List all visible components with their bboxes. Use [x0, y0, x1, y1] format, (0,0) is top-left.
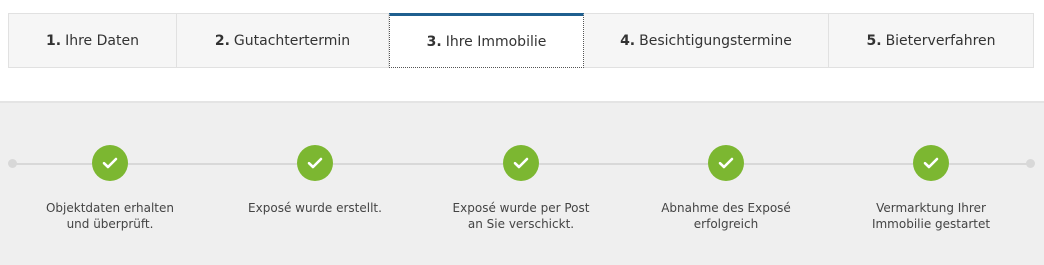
tab-label: Besichtigungstermine	[639, 32, 792, 49]
step-label: Objektdaten erhalten und überprüft.	[45, 201, 174, 231]
progress-step-vermarktung: Vermarktung Ihrer Immobilie gestartet	[841, 145, 1021, 232]
check-icon	[297, 145, 333, 181]
tab-label: Ihre Daten	[65, 32, 139, 49]
tab-label: Gutachtertermin	[233, 32, 351, 49]
progress-step-abnahme: Abnahme des Exposé erfolgreich	[636, 145, 816, 232]
step-label: Abnahme des Exposé erfolgreich	[661, 201, 791, 231]
tab-number: 3.	[426, 33, 442, 50]
tab-number: 4.	[620, 32, 636, 49]
check-icon	[913, 145, 949, 181]
tab-label: Ihre Immobilie	[445, 33, 547, 50]
check-icon	[92, 145, 128, 181]
tab-number: 5.	[866, 32, 882, 49]
track-end-dot	[1026, 159, 1035, 168]
tab-number: 2.	[214, 32, 230, 49]
check-icon	[708, 145, 744, 181]
progress-step-objektdaten: Objektdaten erhalten und überprüft.	[20, 145, 200, 232]
tab-ihre-immobilie[interactable]: 3. Ihre Immobilie	[389, 13, 584, 68]
progress-step-expose-verschickt: Exposé wurde per Post an Sie verschickt.	[431, 145, 611, 232]
tab-number: 1.	[46, 32, 62, 49]
step-label: Vermarktung Ihrer Immobilie gestartet	[871, 201, 991, 231]
tab-gutachtertermin[interactable]: 2. Gutachtertermin	[177, 14, 389, 67]
step-label: Exposé wurde erstellt.	[248, 201, 382, 215]
tab-label: Bieterverfahren	[885, 32, 996, 49]
tab-ihre-daten[interactable]: 1. Ihre Daten	[9, 14, 177, 67]
tab-besichtigungstermine[interactable]: 4. Besichtigungstermine	[584, 14, 829, 67]
step-label: Exposé wurde per Post an Sie verschickt.	[452, 201, 590, 231]
check-icon	[503, 145, 539, 181]
tab-bieterverfahren[interactable]: 5. Bieterverfahren	[829, 14, 1033, 67]
progress-step-expose-erstellt: Exposé wurde erstellt.	[225, 145, 405, 216]
track-start-dot	[8, 159, 17, 168]
progress-panel: Objektdaten erhalten und überprüft. Expo…	[0, 101, 1044, 265]
step-tabs: 1. Ihre Daten 2. Gutachtertermin 3. Ihre…	[8, 13, 1034, 68]
